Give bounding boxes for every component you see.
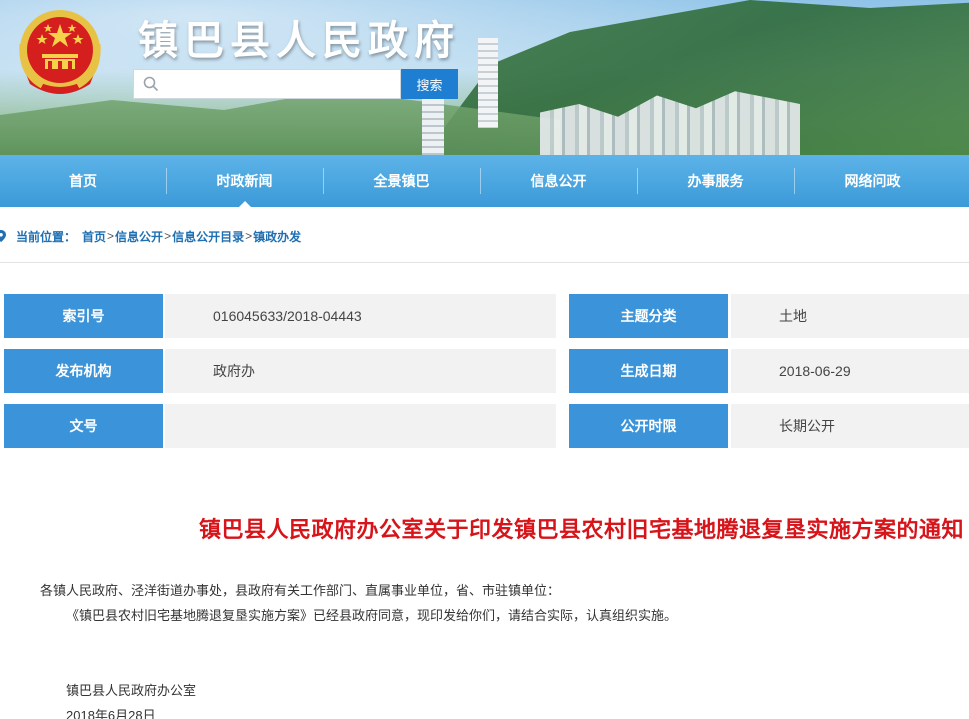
search-button[interactable]: 搜索 [401,69,458,99]
search-box[interactable] [133,69,401,99]
document-paragraph: 《镇巴县农村旧宅基地腾退复垦实施方案》已经县政府同意，现印发给你们，请结合实际，… [66,608,678,623]
nav-item-online-inquiry[interactable]: 网络问政 [794,155,951,207]
nav-item-home[interactable]: 首页 [0,155,166,207]
breadcrumb-label: 当前位置： [16,229,77,244]
national-emblem-icon [19,10,101,94]
meta-topic-label: 主题分类 [569,294,728,338]
breadcrumb-home-link[interactable]: 首页 [82,228,106,245]
search-input[interactable] [168,70,398,98]
search-icon [134,70,168,98]
breadcrumb-separator: > [107,229,115,243]
nav-item-panorama[interactable]: 全景镇巴 [323,155,480,207]
breadcrumb-info-link[interactable]: 信息公开 [115,228,163,245]
main-nav: 首页 时政新闻 全景镇巴 信息公开 办事服务 网络问政 [0,155,969,207]
meta-row: 发布机构 政府办 生成日期 2018-06-29 [0,349,969,393]
meta-period-label: 公开时限 [569,404,728,448]
location-pin-icon [0,230,6,242]
nav-item-news[interactable]: 时政新闻 [166,155,323,207]
meta-row: 索引号 016045633/2018-04443 主题分类 土地 [0,294,969,338]
header-banner: 镇巴县人民政府 搜索 [0,0,969,155]
breadcrumb-catalog-link[interactable]: 信息公开目录 [172,228,244,245]
nav-item-services[interactable]: 办事服务 [637,155,794,207]
meta-publisher-value: 政府办 [165,349,556,393]
meta-docno-label: 文号 [4,404,163,448]
meta-index-label: 索引号 [4,294,163,338]
document-recipients: 各镇人民政府、泾洋街道办事处，县政府有关工作部门、直属事业单位，省、市驻镇单位： [40,583,561,598]
document-title: 镇巴县人民政府办公室关于印发镇巴县农村旧宅基地腾退复垦实施方案的通知 [198,517,964,542]
meta-row: 文号 公开时限 长期公开 [0,404,969,448]
divider [0,262,969,263]
meta-period-value: 长期公开 [731,404,969,448]
breadcrumb-separator: > [164,229,172,243]
breadcrumb-separator: > [245,229,253,243]
banner-tower [478,38,498,128]
meta-publisher-label: 发布机构 [4,349,163,393]
document-date: 2018年6月28日 [66,708,156,719]
nav-item-info-disclosure[interactable]: 信息公开 [480,155,637,207]
meta-date-label: 生成日期 [569,349,728,393]
breadcrumb: 当前位置： 首页 > 信息公开 > 信息公开目录 > 镇政办发 [0,224,301,248]
site-title: 镇巴县人民政府 [138,18,460,63]
document-signature: 镇巴县人民政府办公室 [66,683,197,698]
meta-topic-value: 土地 [731,294,969,338]
meta-date-value: 2018-06-29 [731,349,969,393]
meta-index-value: 016045633/2018-04443 [165,294,556,338]
breadcrumb-current-link[interactable]: 镇政办发 [253,228,301,245]
meta-docno-value [165,404,556,448]
